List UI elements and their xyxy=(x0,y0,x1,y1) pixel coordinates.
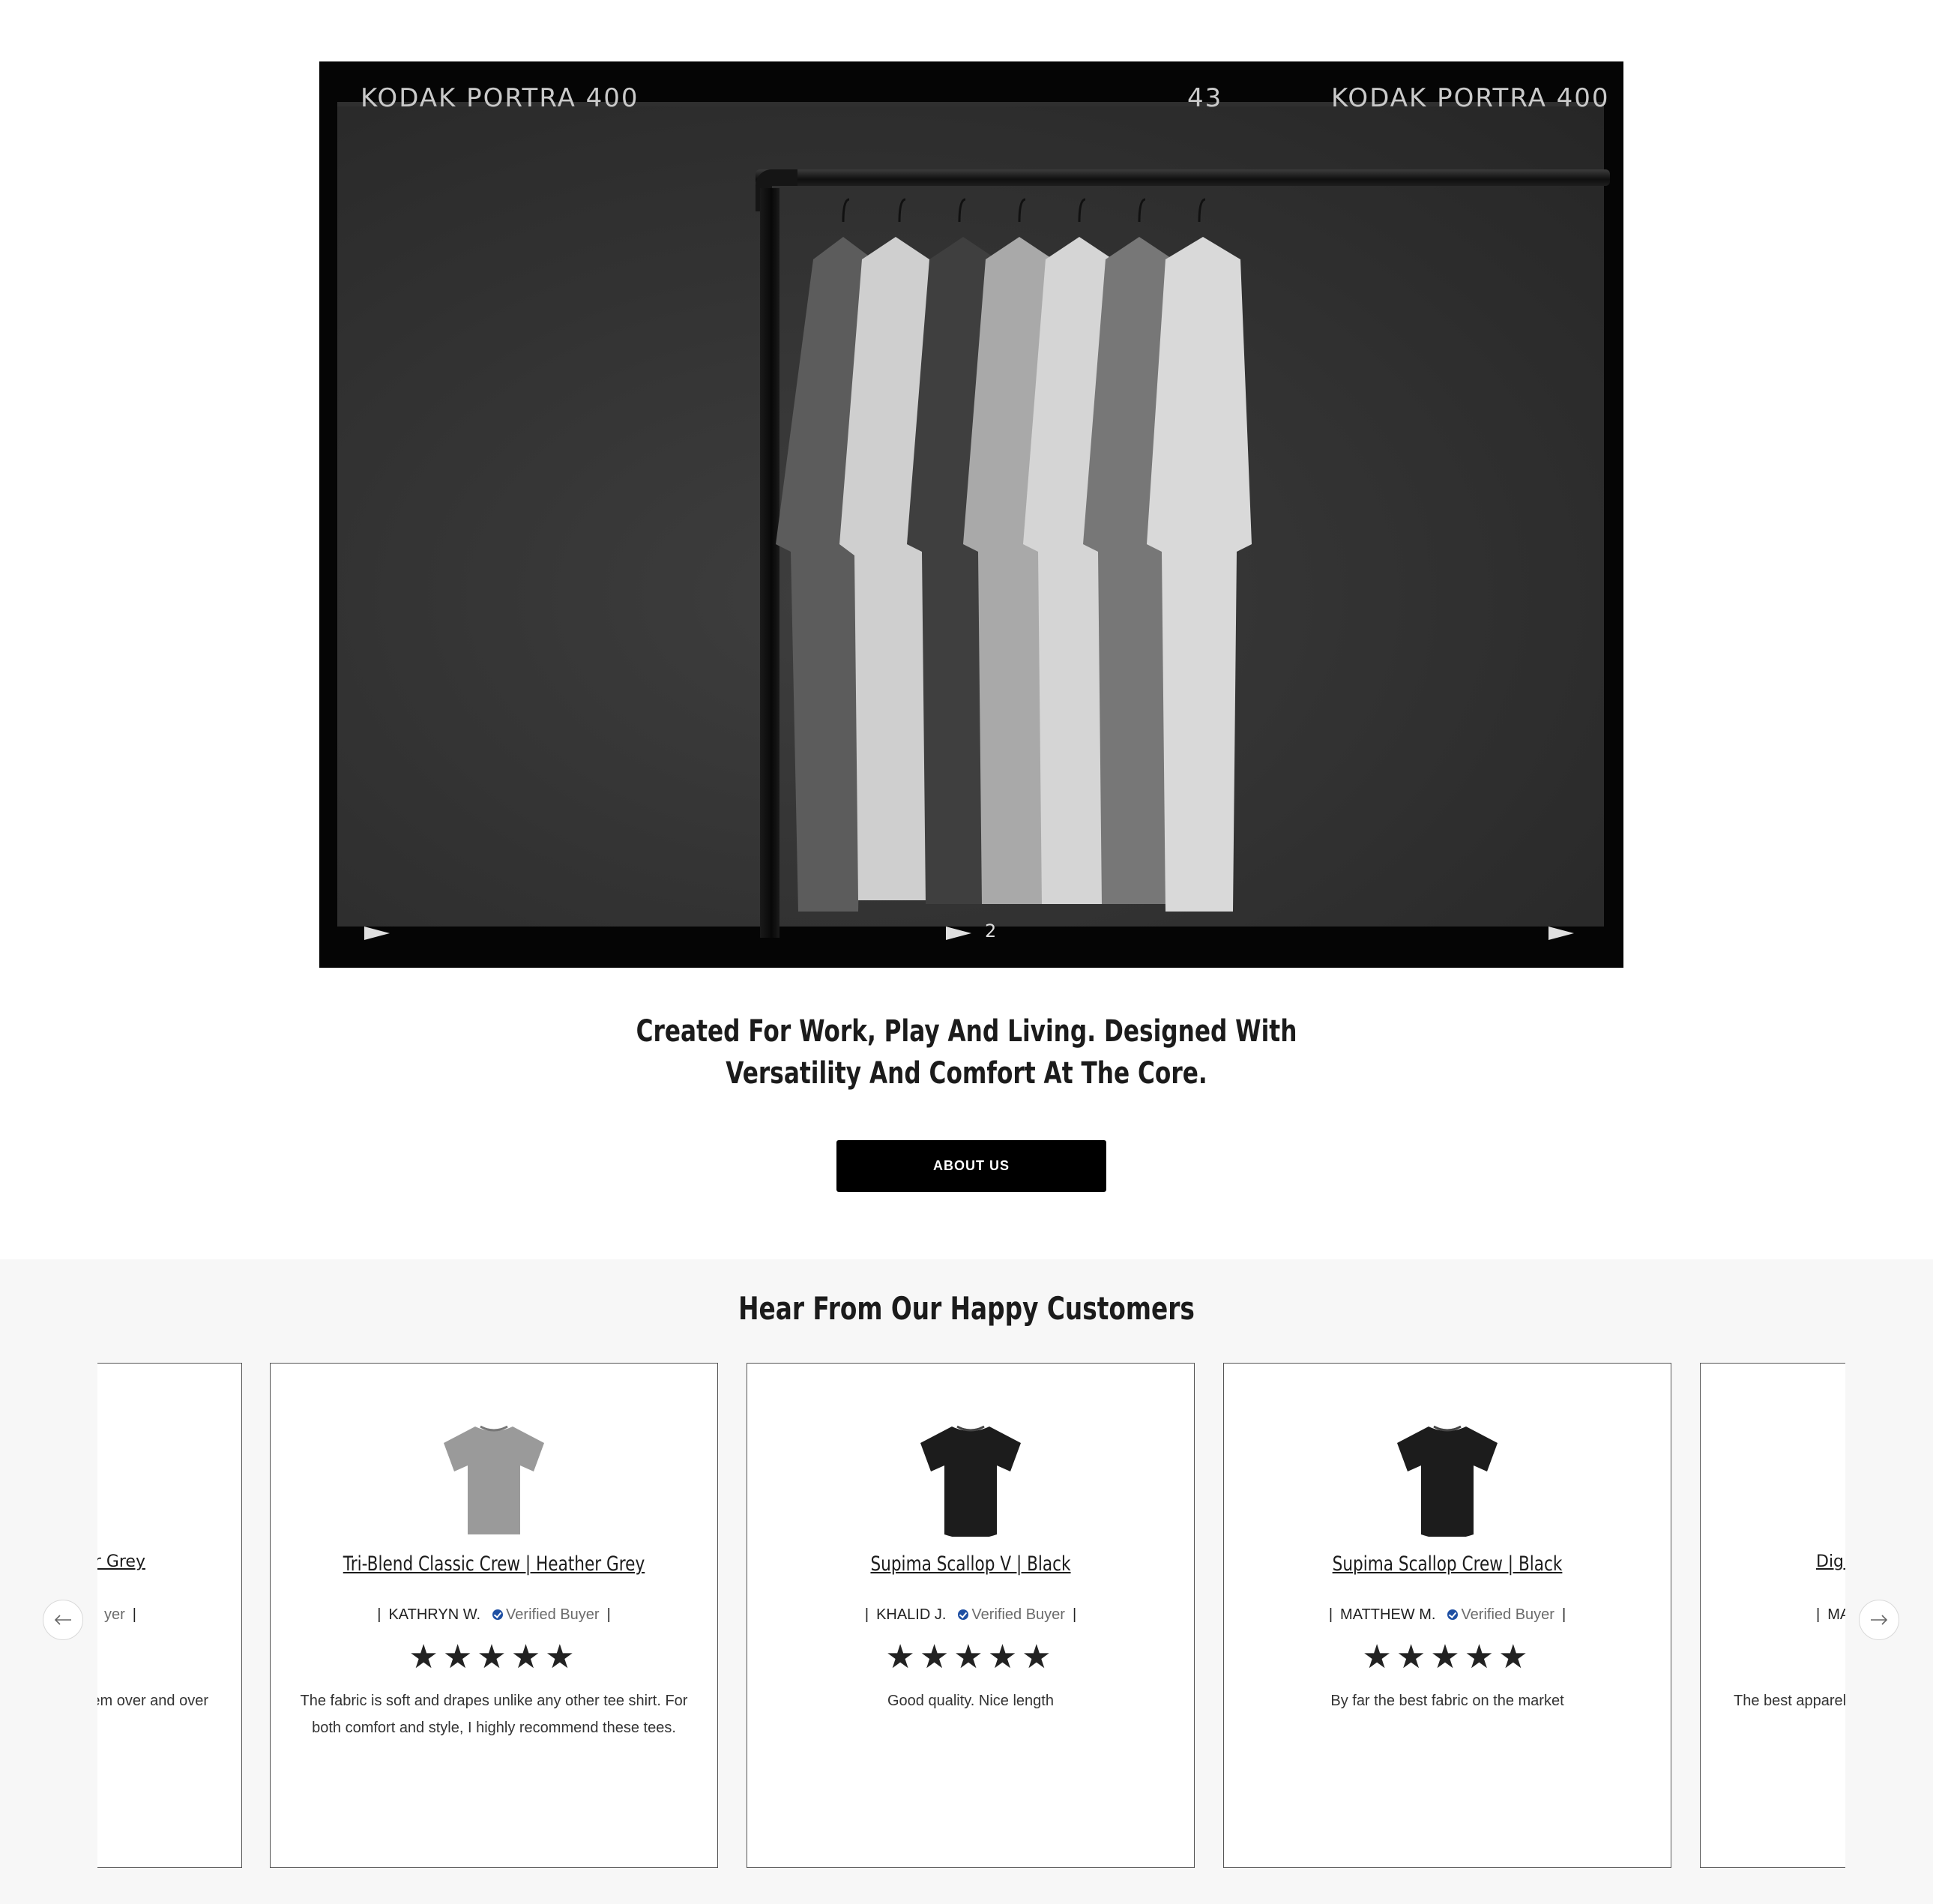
tshirt-image xyxy=(1397,1425,1498,1537)
hero-image: KODAK PORTRA 400 43 KODAK PORTRA 400 2 xyxy=(319,61,1623,968)
hanging-tshirts xyxy=(776,198,1252,912)
film-arrow-icon xyxy=(946,927,971,940)
review-meta: | MATTHEW M. Verified Buyer | xyxy=(1328,1606,1566,1623)
reviewer-name: KATHRYN W. xyxy=(388,1606,481,1623)
review-text: em over and over xyxy=(97,1693,208,1709)
film-arrow-icon xyxy=(364,927,390,940)
review-meta: | KATHRYN W. Verified Buyer | xyxy=(377,1606,611,1623)
review-product-link[interactable]: Tri-Blend Classic Crew | Heather Grey xyxy=(316,1552,673,1576)
about-headline: Created For Work, Play And Living. Desig… xyxy=(213,1010,1721,1094)
reviewer-name: KHALID J. xyxy=(876,1606,947,1623)
photo-area xyxy=(337,102,1610,938)
review-text: The fabric is soft and drapes unlike any… xyxy=(300,1693,688,1736)
star-rating: ★★★★★ xyxy=(1362,1639,1533,1675)
film-frame-number: 43 xyxy=(1187,83,1223,113)
review-text: The best apparel xyxy=(1734,1693,1845,1709)
film-label-right: KODAK PORTRA 400 xyxy=(1331,83,1610,113)
reviewer-name: MATTHEW M. xyxy=(1340,1606,1436,1623)
carousel-prev-button[interactable] xyxy=(43,1600,83,1640)
review-product-link[interactable]: Supima Scallop Crew | Black xyxy=(1269,1552,1626,1576)
star-rating: ★★★★★ xyxy=(885,1639,1056,1675)
verified-check-icon xyxy=(958,1609,969,1620)
review-card[interactable]: Supima Scallop Crew | Black | MATTHEW M. V… xyxy=(1223,1363,1671,1868)
reviews-title: Hear From Our Happy Customers xyxy=(738,1290,1195,1327)
about-headline-line1: Created For Work, Play And Living. Desig… xyxy=(636,1014,1297,1049)
carousel-next-button[interactable] xyxy=(1859,1600,1899,1640)
review-product-link[interactable]: Supima Scallop V | Black xyxy=(792,1552,1150,1576)
reviews-section: Hear From Our Happy Customers er Grey ye… xyxy=(0,1259,1933,1904)
about-headline-line2: Versatility And Comfort At The Core. xyxy=(726,1056,1207,1091)
review-card[interactable]: Supima Scallop V | Black | KHALID J. Verif… xyxy=(747,1363,1195,1868)
film-bottom-number: 2 xyxy=(985,921,997,942)
verified-label: Verified Buyer xyxy=(971,1606,1065,1623)
tshirt-image xyxy=(920,1425,1021,1537)
verified-label: Verified Buyer xyxy=(1461,1606,1554,1623)
verified-check-icon xyxy=(492,1609,504,1620)
review-meta: yer | xyxy=(104,1606,136,1623)
verified-check-icon xyxy=(1447,1609,1459,1620)
tshirt-shape xyxy=(920,1427,1021,1537)
review-product-link[interactable]: Digit xyxy=(1816,1552,1845,1571)
tshirt-shape xyxy=(444,1427,544,1534)
verified-label: Verified Buyer xyxy=(506,1606,600,1623)
review-text: Good quality. Nice length xyxy=(887,1693,1054,1709)
review-meta: | KHALID J. Verified Buyer | xyxy=(864,1606,1077,1623)
review-product-link[interactable]: er Grey xyxy=(97,1552,145,1571)
review-card[interactable]: Tri-Blend Classic Crew | Heather Grey | K… xyxy=(270,1363,718,1868)
star-rating: ★★★★★ xyxy=(408,1639,579,1675)
about-us-button[interactable]: ABOUT US xyxy=(836,1140,1106,1192)
reviewer-name: MA xyxy=(1827,1606,1845,1623)
review-meta: | MA xyxy=(1809,1606,1845,1624)
review-card[interactable]: er Grey yer| em over and over xyxy=(97,1363,242,1868)
reviews-carousel[interactable]: er Grey yer| em over and over Tri-Blend … xyxy=(97,1363,1845,1873)
arrow-right-icon xyxy=(1871,1615,1888,1625)
tshirt-shape xyxy=(1397,1427,1498,1537)
review-card[interactable]: Digit |MA The best apparel xyxy=(1700,1363,1845,1868)
film-label-left: KODAK PORTRA 400 xyxy=(361,83,639,113)
review-text: By far the best fabric on the market xyxy=(1330,1693,1564,1709)
tshirt-image xyxy=(444,1425,544,1534)
film-arrow-icon xyxy=(1548,927,1574,940)
arrow-left-icon xyxy=(54,1615,71,1625)
verified-label: yer xyxy=(104,1606,125,1623)
